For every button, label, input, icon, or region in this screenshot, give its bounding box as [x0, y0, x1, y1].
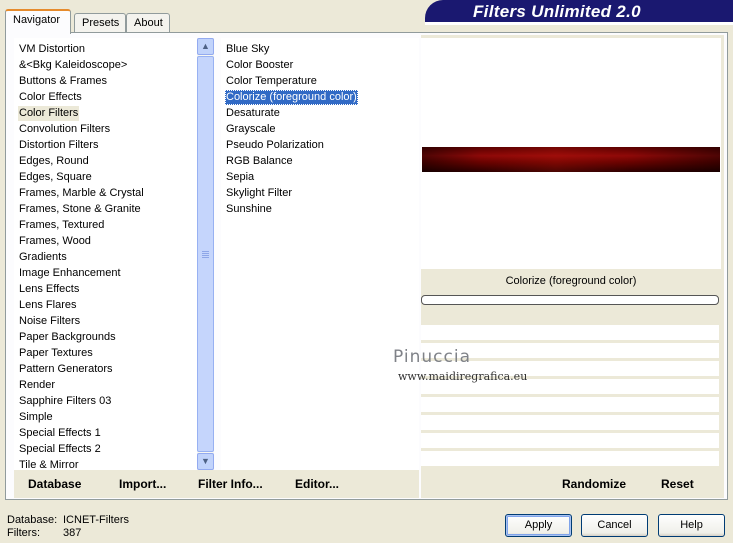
- database-button[interactable]: Database: [28, 477, 81, 491]
- category-scrollbar[interactable]: ▲ ▼: [197, 38, 214, 470]
- import-button[interactable]: Import...: [119, 477, 166, 491]
- category-item[interactable]: Frames, Wood: [18, 234, 92, 249]
- scroll-down-button[interactable]: ▼: [197, 453, 214, 470]
- parameter-row[interactable]: [421, 451, 719, 467]
- category-item[interactable]: Image Enhancement: [18, 266, 122, 281]
- category-item[interactable]: Edges, Round: [18, 154, 90, 169]
- scroll-thumb[interactable]: [197, 56, 214, 452]
- grip-line: [202, 253, 209, 254]
- category-item[interactable]: Special Effects 1: [18, 426, 102, 441]
- parameter-row[interactable]: [421, 415, 719, 431]
- category-item[interactable]: Buttons & Frames: [18, 74, 108, 89]
- randomize-button[interactable]: Randomize: [562, 477, 626, 491]
- filters-label: Filters:: [7, 527, 40, 539]
- category-item[interactable]: Frames, Stone & Granite: [18, 202, 142, 217]
- parameter-row[interactable]: [421, 433, 719, 449]
- scroll-up-button[interactable]: ▲: [197, 38, 214, 55]
- filter-item[interactable]: Sunshine: [225, 202, 273, 217]
- chevron-up-icon: ▲: [201, 41, 210, 51]
- filter-item[interactable]: Grayscale: [225, 122, 277, 137]
- category-item[interactable]: Convolution Filters: [18, 122, 111, 137]
- reset-button[interactable]: Reset: [661, 477, 694, 491]
- filter-item[interactable]: Color Booster: [225, 58, 294, 73]
- panel-button-bar: Database Import... Filter Info... Editor…: [14, 470, 419, 498]
- database-label: Database:: [7, 514, 58, 526]
- filter-item[interactable]: Pseudo Polarization: [225, 138, 325, 153]
- category-item[interactable]: Render: [18, 378, 56, 393]
- category-item[interactable]: Distortion Filters: [18, 138, 99, 153]
- parameter-row[interactable]: [421, 397, 719, 413]
- category-item[interactable]: Color Filters: [18, 106, 80, 121]
- category-item[interactable]: Gradients: [18, 250, 68, 265]
- filter-info-button[interactable]: Filter Info...: [198, 477, 263, 491]
- filter-item[interactable]: Colorize (foreground color): [225, 90, 358, 105]
- filter-item[interactable]: Sepia: [225, 170, 255, 185]
- filter-title: Colorize (foreground color): [505, 275, 637, 287]
- category-item[interactable]: Noise Filters: [18, 314, 81, 329]
- grip-line: [202, 251, 209, 252]
- editor-button[interactable]: Editor...: [295, 477, 339, 491]
- category-item[interactable]: Frames, Textured: [18, 218, 105, 233]
- category-item[interactable]: Paper Backgrounds: [18, 330, 117, 345]
- category-item[interactable]: Frames, Marble & Crystal: [18, 186, 145, 201]
- preview-image: [421, 38, 721, 269]
- category-item[interactable]: Paper Textures: [18, 346, 94, 361]
- category-item[interactable]: &<Bkg Kaleidoscope>: [18, 58, 128, 73]
- progress-bar: [421, 295, 719, 305]
- tab-navigator[interactable]: Navigator: [5, 9, 71, 34]
- watermark-url: www.maidiregrafica.eu: [398, 370, 528, 383]
- preview-strip: [422, 147, 720, 172]
- help-button[interactable]: Help: [658, 514, 725, 537]
- tab-presets[interactable]: Presets: [74, 13, 126, 33]
- category-item[interactable]: Lens Effects: [18, 282, 80, 297]
- grip-line: [202, 257, 209, 258]
- category-item[interactable]: Special Effects 2: [18, 442, 102, 457]
- filters-count: 387: [63, 527, 82, 539]
- category-item[interactable]: Simple: [18, 410, 54, 425]
- filter-item[interactable]: Blue Sky: [225, 42, 270, 57]
- grip-line: [202, 255, 209, 256]
- navigator-panel: VM Distortion &<Bkg Kaleidoscope> Buttons …: [5, 32, 728, 500]
- tab-about[interactable]: About: [126, 13, 170, 33]
- filter-item[interactable]: RGB Balance: [225, 154, 294, 169]
- preview-button-bar: Randomize Reset: [421, 470, 721, 498]
- category-item[interactable]: Pattern Generators: [18, 362, 114, 377]
- title-banner: Filters Unlimited 2.0: [425, 0, 733, 25]
- category-item[interactable]: Color Effects: [18, 90, 83, 105]
- parameter-row[interactable]: [421, 325, 719, 341]
- cancel-button[interactable]: Cancel: [581, 514, 648, 537]
- chevron-down-icon: ▼: [201, 456, 210, 466]
- apply-button[interactable]: Apply: [505, 514, 572, 537]
- category-item[interactable]: Edges, Square: [18, 170, 93, 185]
- category-item[interactable]: Lens Flares: [18, 298, 77, 313]
- database-value: ICNET-Filters: [63, 514, 129, 526]
- filter-item[interactable]: Skylight Filter: [225, 186, 293, 201]
- banner-title: Filters Unlimited 2.0: [473, 2, 641, 21]
- filter-item[interactable]: Color Temperature: [225, 74, 318, 89]
- filter-list[interactable]: Blue Sky Color Booster Color Temperature Co…: [221, 38, 419, 472]
- watermark-name: Pinuccia: [393, 347, 471, 367]
- filter-item[interactable]: Desaturate: [225, 106, 281, 121]
- category-list[interactable]: VM Distortion &<Bkg Kaleidoscope> Buttons …: [14, 38, 214, 472]
- category-item[interactable]: Sapphire Filters 03: [18, 394, 112, 409]
- category-item[interactable]: VM Distortion: [18, 42, 86, 57]
